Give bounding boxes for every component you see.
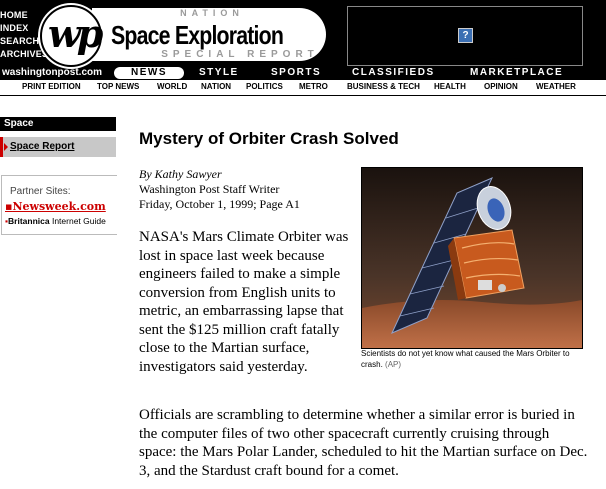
sidebar-section-heading: Space [0,117,116,131]
site-url-text: washingtonpost.com [2,67,102,78]
subnav-world[interactable]: WORLD [157,82,187,91]
author: By Kathy Sawyer [139,167,222,181]
subnav-print-edition[interactable]: PRINT EDITION [22,82,81,91]
byline: By Kathy Sawyer Washington Post Staff Wr… [139,167,300,212]
newsweek-label: Newsweek.com [12,200,106,213]
section-banner: NATION Space Exploration SPECIAL REPORT [92,8,326,61]
section-title[interactable]: Space Exploration [111,20,284,51]
nav-classifieds[interactable]: CLASSIFIEDS [352,67,435,79]
nation-label: NATION [180,8,244,18]
site-url[interactable]: washingtonpost.com [2,67,102,78]
britannica-suffix: Internet Guide [51,216,106,226]
subnav-metro[interactable]: METRO [299,82,328,91]
subnav-health[interactable]: HEALTH [434,82,466,91]
wp-logo-text: wp [48,11,103,56]
home-link[interactable]: HOME [0,9,46,22]
dateline: Friday, October 1, 1999; Page A1 [139,197,300,211]
partner-heading: Partner Sites: [10,186,71,197]
masthead: HOME INDEX SEARCH ARCHIVES NATION Space … [0,0,606,80]
nav-marketplace[interactable]: MARKETPLACE [470,67,563,79]
broken-image-icon: ? [458,28,473,43]
main-nav: NEWS STYLE SPORTS CLASSIFIEDS MARKETPLAC… [114,67,606,79]
subnav-opinion[interactable]: OPINION [484,82,518,91]
orbiter-illustration [362,168,582,348]
nav-style[interactable]: STYLE [199,67,239,79]
arrow-right-icon [4,143,8,151]
partner-britannica-link[interactable]: ▪Britannica Internet Guide [5,216,106,226]
sidebar-item-label: Space Report [10,141,75,152]
wp-logo[interactable]: wp [40,5,103,67]
ad-banner[interactable]: ? [347,6,583,66]
nav-news[interactable]: NEWS [114,67,184,79]
partner-sites-box: Partner Sites: ▪Newsweek.com ▪Britannica… [1,175,117,235]
author-role: Washington Post Staff Writer [139,182,280,196]
subnav-weather[interactable]: WEATHER [536,82,576,91]
britannica-label: Britannica [8,216,50,226]
photo-caption: Scientists do not yet know what caused t… [361,348,586,370]
partner-newsweek-link[interactable]: ▪Newsweek.com [5,200,106,213]
subnav-top-news[interactable]: TOP NEWS [97,82,139,91]
sidebar-item-space-report[interactable]: Space Report [0,137,116,157]
article-title: Mystery of Orbiter Crash Solved [139,129,399,148]
special-report-label: SPECIAL REPORT [161,49,319,60]
orbiter-photo [361,167,583,349]
archives-link[interactable]: ARCHIVES [0,48,48,61]
sub-nav: PRINT EDITION TOP NEWS WORLD NATION POLI… [0,80,606,96]
nav-sports[interactable]: SPORTS [271,67,321,79]
subnav-politics[interactable]: POLITICS [246,82,283,91]
subnav-nation[interactable]: NATION [201,82,231,91]
article-lead: NASA's Mars Climate Orbiter was lost in … [139,229,349,375]
subnav-business-tech[interactable]: BUSINESS & TECH [347,82,420,91]
article-paragraph: Officials are scrambling to determine wh… [139,407,588,479]
photo-credit: (AP) [385,360,402,369]
